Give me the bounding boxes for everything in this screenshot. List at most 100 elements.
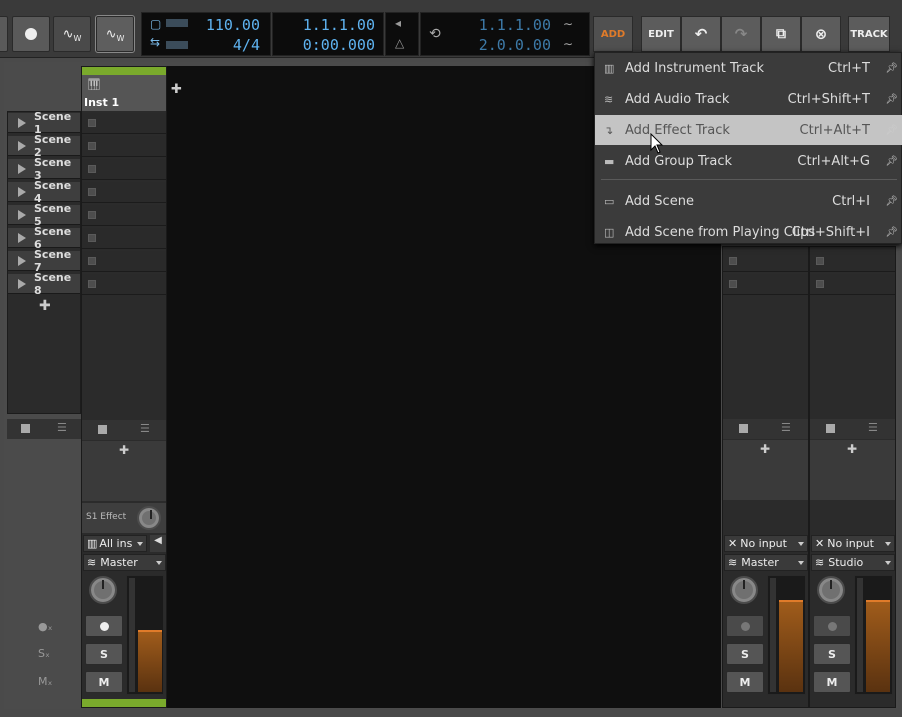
mute-button[interactable]: M [813,671,851,693]
stop-icon[interactable] [826,424,835,433]
volume-meter[interactable] [126,575,164,695]
pin-icon[interactable]: 📌︎ [885,63,898,74]
add-scene-icon[interactable]: ✚ [39,298,51,314]
record-arm-button[interactable] [726,615,764,637]
scene-3[interactable]: Scene 3 [8,156,80,182]
metronome-icon[interactable]: △ [395,36,404,50]
pin-icon[interactable]: 📌︎ [885,125,898,136]
volume-fader[interactable] [779,600,803,692]
duplicate-button[interactable]: ⧉ [761,16,801,52]
clear-mute-icon[interactable]: Mₓ [38,675,52,688]
volume-fader[interactable] [138,630,162,692]
play-icon[interactable] [18,209,26,220]
play-icon[interactable] [18,186,26,197]
add-track-icon[interactable]: ✚ [171,82,182,97]
list-icon[interactable]: ☰ [868,421,878,434]
clip-slot[interactable] [723,274,808,295]
input-selector[interactable]: ✕ No input [724,535,808,552]
clip-slot[interactable] [82,205,166,226]
record-button[interactable] [12,16,50,52]
stop-icon[interactable] [739,424,748,433]
send-knob[interactable] [137,506,161,530]
add-device-icon[interactable]: ✚ [847,442,857,456]
punch-in-icon[interactable]: ∼ [563,17,573,31]
output-selector[interactable]: ≋ Studio [811,554,895,571]
automation-write-button[interactable]: ∿ W [53,16,91,52]
clip-slot[interactable] [82,159,166,180]
pin-icon[interactable]: 📌︎ [885,196,898,207]
clip-automation-write-button[interactable]: ∿ W [95,15,135,53]
scene-4[interactable]: Scene 4 [8,179,80,205]
play-icon[interactable] [18,140,26,151]
play-icon[interactable] [18,278,26,289]
menu-item-add-scene-from-playing-clips[interactable]: ◫ Add Scene from Playing Clips Ctrl+Shift+… [595,217,902,247]
menu-item-add-scene[interactable]: ▭ Add Scene Ctrl+I 📌︎ [595,186,902,216]
play-icon[interactable] [18,117,26,128]
position-bars[interactable]: 1.1.1.00 [283,16,375,34]
stop-icon[interactable] [98,425,107,434]
clip-slot[interactable] [810,251,895,272]
scene-6[interactable]: Scene 6 [8,225,80,251]
pan-knob[interactable] [730,576,758,604]
play-icon[interactable] [18,232,26,243]
clear-record-arm-icon[interactable]: ●ₓ [38,620,52,633]
add-device-icon[interactable]: ✚ [119,443,129,457]
scene-7[interactable]: Scene 7 [8,248,80,274]
scene-8[interactable]: Scene 8 [8,271,80,297]
input-selector[interactable]: ✕ No input [811,535,895,552]
track-menu-button[interactable]: TRACK [848,16,890,52]
monitor-icon[interactable]: ◀ [150,535,166,552]
clip-slot[interactable] [82,274,166,295]
volume-meter[interactable] [854,575,893,695]
record-arm-button[interactable] [813,615,851,637]
menu-item-add-instrument-track[interactable]: ▥ Add Instrument Track Ctrl+T 📌︎ [595,53,902,83]
clip-slot[interactable] [82,136,166,157]
mute-button[interactable]: M [726,671,764,693]
clip-slot[interactable] [723,251,808,272]
redo-button[interactable]: ↷ [721,16,761,52]
list-icon[interactable]: ☰ [57,421,67,434]
panel-toggle-button[interactable] [0,16,8,52]
loop-start[interactable]: 1.1.1.00 [461,16,551,34]
volume-fader[interactable] [866,600,890,692]
time-signature[interactable]: 4/4 [198,36,260,54]
list-icon[interactable]: ☰ [140,422,150,435]
clip-slot[interactable] [82,228,166,249]
output-selector[interactable]: ≋ Master [83,554,166,571]
input-selector[interactable]: ▥ All ins [83,535,147,552]
pan-knob[interactable] [89,576,117,604]
stop-all-icon[interactable] [21,424,30,433]
menu-item-add-audio-track[interactable]: ≋ Add Audio Track Ctrl+Shift+T 📌︎ [595,84,902,114]
clip-slot[interactable] [82,182,166,203]
play-icon[interactable] [18,163,26,174]
pin-icon[interactable]: 📌︎ [885,227,898,238]
loop-end[interactable]: 2.0.0.00 [461,36,551,54]
pre-roll-icon[interactable]: ◂ [395,16,401,30]
clip-slot[interactable] [810,274,895,295]
scene-5[interactable]: Scene 5 [8,202,80,228]
clip-slot[interactable] [82,113,166,134]
loop-icon[interactable]: ⟲ [429,26,441,42]
solo-button[interactable]: S [726,643,764,665]
volume-meter[interactable] [767,575,806,695]
delete-button[interactable]: ⊗ [801,16,841,52]
position-time[interactable]: 0:00.000 [283,36,375,54]
play-icon[interactable] [18,255,26,266]
undo-button[interactable]: ↶ [681,16,721,52]
menu-item-add-group-track[interactable]: ▬ Add Group Track Ctrl+Alt+G 📌︎ [595,146,902,176]
pin-icon[interactable]: 📌︎ [885,156,898,167]
list-icon[interactable]: ☰ [781,421,791,434]
track-header[interactable]: 🎹︎ Inst 1 [82,75,166,111]
tempo-value[interactable]: 110.00 [198,16,260,34]
add-device-icon[interactable]: ✚ [760,442,770,456]
edit-menu-button[interactable]: EDIT [641,16,681,52]
scene-2[interactable]: Scene 2 [8,133,80,159]
solo-button[interactable]: S [85,643,123,665]
pan-knob[interactable] [817,576,845,604]
pin-icon[interactable]: 📌︎ [885,94,898,105]
menu-item-add-effect-track[interactable]: ↴ Add Effect Track Ctrl+Alt+T 📌︎ [595,115,902,145]
punch-out-icon[interactable]: ∼ [563,37,573,51]
add-menu-button[interactable]: ADD [593,16,633,52]
clip-slot[interactable] [82,251,166,272]
output-selector[interactable]: ≋ Master [724,554,808,571]
